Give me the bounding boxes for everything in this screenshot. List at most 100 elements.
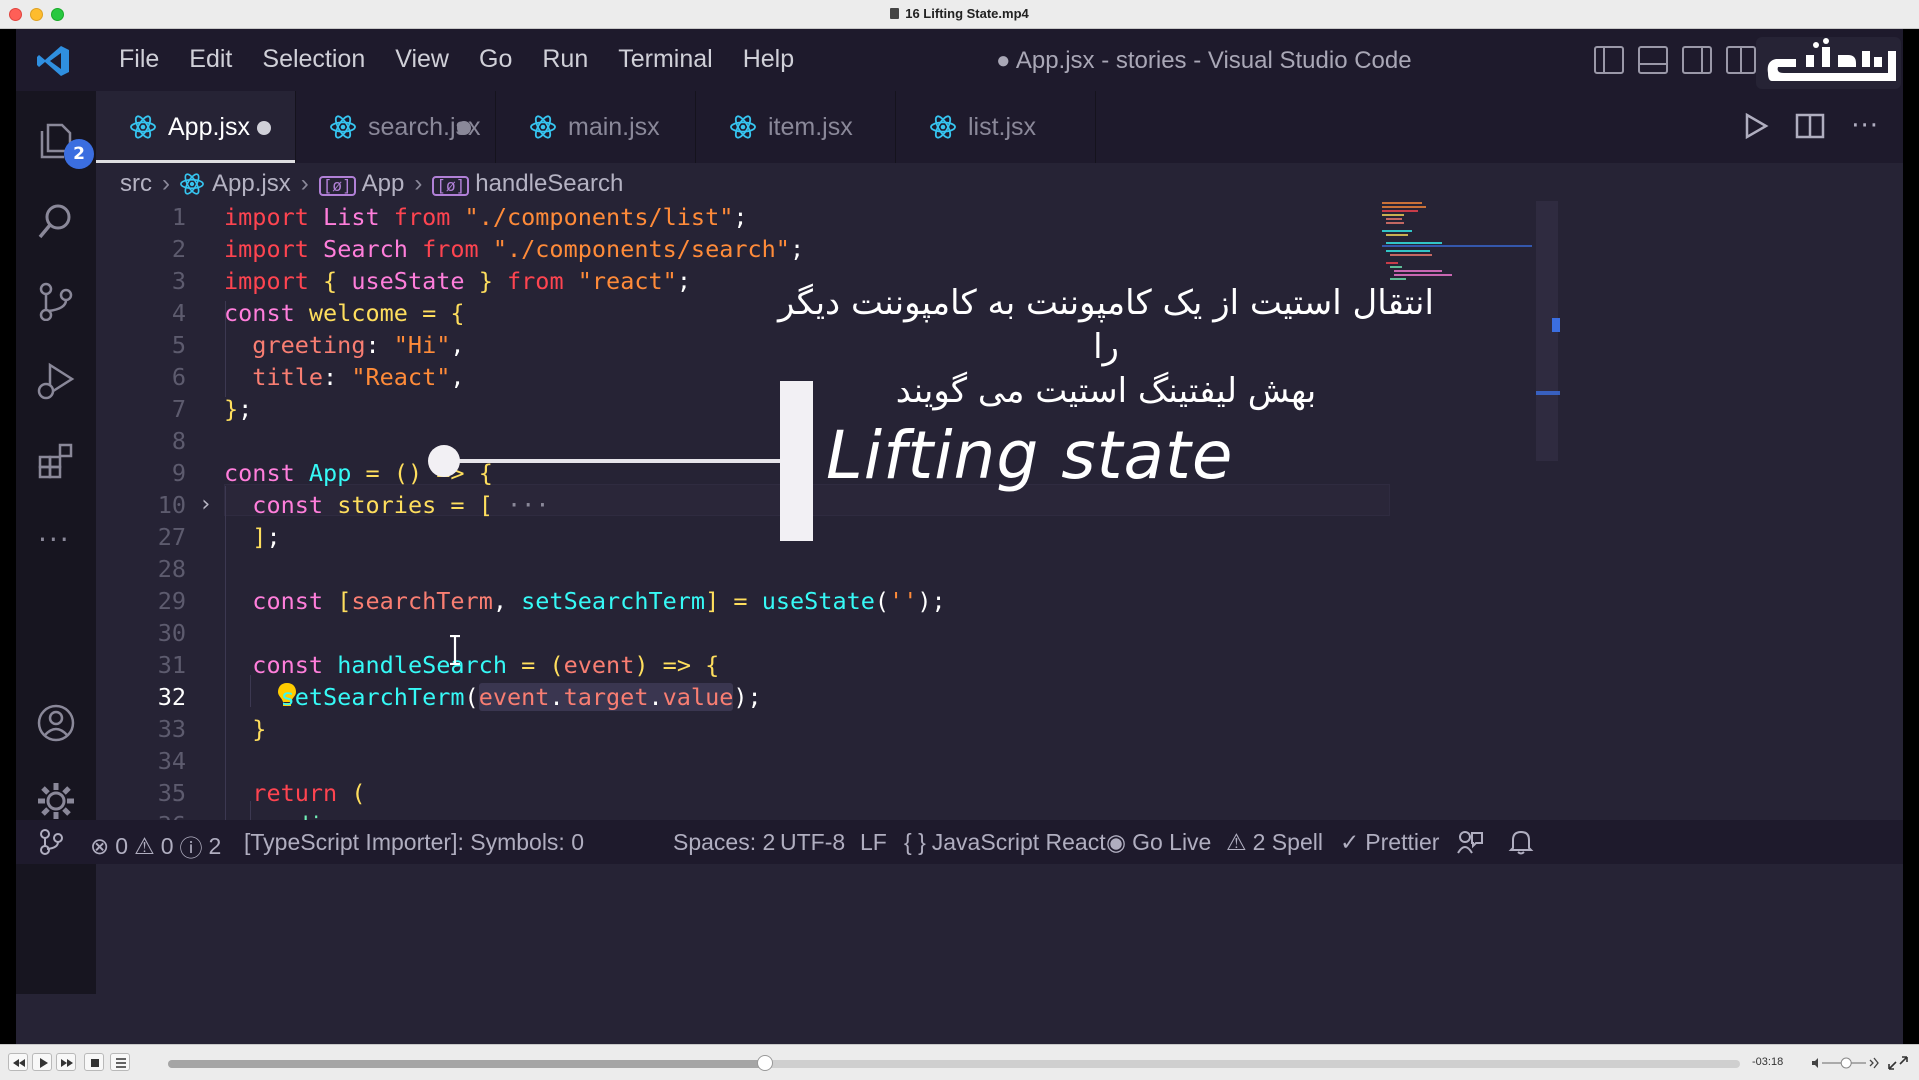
explorer-badge: 2 <box>64 139 94 169</box>
rewind-button[interactable] <box>8 1053 28 1071</box>
code-line: 1 import List from "./components/list"; <box>171 203 748 231</box>
stop-button[interactable] <box>84 1053 104 1071</box>
react-icon <box>130 115 156 139</box>
toggle-panel-icon[interactable] <box>1638 46 1668 74</box>
code-line: 28 <box>157 555 186 583</box>
overlay-caption-line: انتقال استیت از یک کامپوننت به کامپوننت … <box>778 283 1434 367</box>
symbol-variable-icon: [ø] <box>432 176 470 196</box>
feedback-icon[interactable] <box>1456 829 1484 855</box>
source-control-icon[interactable] <box>36 281 76 321</box>
go-live-status[interactable]: ◉ Go Live <box>1106 829 1211 856</box>
error-icon: ⊗ <box>90 832 110 859</box>
breadcrumb-folder[interactable]: src <box>120 170 152 198</box>
tab-list-jsx[interactable]: list.jsx <box>896 91 1096 163</box>
rewind-icon <box>13 1059 25 1067</box>
tab-label: App.jsx <box>168 112 250 141</box>
playback-progress[interactable] <box>168 1055 1740 1071</box>
code-line: 29 const [searchTerm, setSearchTerm] = u… <box>157 587 946 615</box>
menu-go[interactable]: Go <box>464 45 527 74</box>
code-line: 33 } <box>157 715 267 743</box>
chevron-right-icon[interactable]: › <box>199 489 212 521</box>
fullscreen-icon[interactable] <box>1886 1054 1910 1072</box>
code-line: 9const App = () => { <box>171 459 493 487</box>
status-bar: ⊗ 0 ⚠ 0 ⓘ 2 [TypeScript Importer]: Symbols:… <box>16 820 1903 864</box>
react-icon <box>180 173 204 195</box>
split-editor-icon[interactable] <box>1795 112 1825 140</box>
list-icon <box>116 1058 126 1068</box>
play-button[interactable] <box>32 1053 52 1071</box>
time-remaining: -03:18 <box>1752 1056 1784 1068</box>
menu: File Edit Selection View Go Run Terminal… <box>104 45 809 74</box>
tab-main-jsx[interactable]: main.jsx <box>496 91 696 163</box>
menu-run[interactable]: Run <box>527 45 603 74</box>
vscode-window: File Edit Selection View Go Run Terminal… <box>16 29 1903 1044</box>
prettier-status[interactable]: ✓ Prettier <box>1340 829 1439 856</box>
check-all-icon: ✓ <box>1340 829 1360 855</box>
breadcrumb-component[interactable]: [ø] App <box>318 170 404 198</box>
toggle-secondary-sidebar-icon[interactable] <box>1682 46 1712 74</box>
tab-label: item.jsx <box>768 112 853 141</box>
code-line: 32 setSearchTerm(event.target.value); <box>157 683 762 711</box>
tab-search-jsx[interactable]: search.jsx <box>296 91 496 163</box>
scrollbar-marker <box>1536 391 1560 395</box>
code-line: 34 <box>157 747 186 775</box>
editor-actions: ··· <box>1743 111 1879 141</box>
playback-progress-fill <box>168 1060 766 1068</box>
video-player-controls: -03:18 <box>0 1044 1919 1080</box>
layout-controls <box>1594 46 1756 74</box>
menu-edit[interactable]: Edit <box>174 45 247 74</box>
code-line: 27 ]; <box>157 523 281 551</box>
window-title: ● App.jsx - stories - Visual Studio Code <box>996 47 1412 74</box>
overlay-caption: انتقال استیت از یک کامپوننت به کامپوننت … <box>776 281 1436 413</box>
account-icon[interactable] <box>36 703 76 743</box>
customize-layout-icon[interactable] <box>1726 46 1756 74</box>
eol-status[interactable]: LF <box>860 829 887 856</box>
react-icon <box>530 115 556 139</box>
tab-label: main.jsx <box>568 112 660 141</box>
warning-icon: ⚠ <box>134 832 155 859</box>
menu-view[interactable]: View <box>380 45 464 74</box>
importer-status[interactable]: [TypeScript Importer]: Symbols: 0 <box>244 829 584 856</box>
extensions-icon[interactable] <box>36 441 76 481</box>
code-line: 31 const handleSearch = (event) => { <box>157 651 720 679</box>
menu-help[interactable]: Help <box>728 45 809 74</box>
fast-forward-icon <box>61 1059 73 1067</box>
playback-scrubber[interactable] <box>757 1055 774 1071</box>
menu-terminal[interactable]: Terminal <box>603 45 727 74</box>
menu-selection[interactable]: Selection <box>247 45 380 74</box>
channel-logo <box>1756 37 1901 89</box>
problems-indicator[interactable]: ⊗ 0 ⚠ 0 ⓘ 2 <box>90 829 221 863</box>
spell-status[interactable]: ⚠ 2 Spell <box>1226 829 1323 856</box>
tab-item-jsx[interactable]: item.jsx <box>696 91 896 163</box>
breadcrumb-file[interactable]: App.jsx <box>212 170 291 198</box>
unsaved-dot-icon[interactable] <box>257 121 271 135</box>
more-actions-icon[interactable]: ··· <box>1851 111 1879 141</box>
tab-app-jsx[interactable]: App.jsx <box>96 91 296 163</box>
braces-icon: { } <box>904 829 926 855</box>
breadcrumb-symbol[interactable]: [ø] handleSearch <box>432 170 623 198</box>
unsaved-dot-icon[interactable] <box>457 121 471 135</box>
volume-slider[interactable] <box>1810 1055 1880 1071</box>
encoding-status[interactable]: UTF-8 <box>780 829 845 856</box>
toggle-primary-sidebar-icon[interactable] <box>1594 46 1624 74</box>
language-status[interactable]: { } JavaScript React <box>904 829 1106 856</box>
video-title: 16 Lifting State.mp4 <box>0 6 1919 21</box>
chevron-right-icon: › <box>414 170 423 197</box>
search-icon[interactable] <box>36 201 76 241</box>
more-views-icon[interactable]: ··· <box>38 523 71 556</box>
editor-tabs: App.jsx search.jsx main.jsx item.jsx lis… <box>96 91 1903 163</box>
playlist-button[interactable] <box>110 1053 130 1071</box>
chevron-right-icon: › <box>300 170 309 197</box>
fast-forward-button[interactable] <box>56 1053 76 1071</box>
run-debug-icon[interactable] <box>36 361 76 401</box>
indentation-status[interactable]: Spaces: 2 <box>673 829 775 856</box>
video-file-icon <box>890 8 900 19</box>
vscode-logo-icon <box>37 46 69 76</box>
run-code-icon[interactable] <box>1743 112 1769 140</box>
menu-file[interactable]: File <box>104 45 174 74</box>
remote-icon[interactable] <box>38 828 64 856</box>
gear-icon[interactable] <box>36 781 76 821</box>
bell-icon[interactable] <box>1508 828 1534 856</box>
stop-icon <box>91 1059 99 1067</box>
broadcast-icon: ◉ <box>1106 829 1127 855</box>
